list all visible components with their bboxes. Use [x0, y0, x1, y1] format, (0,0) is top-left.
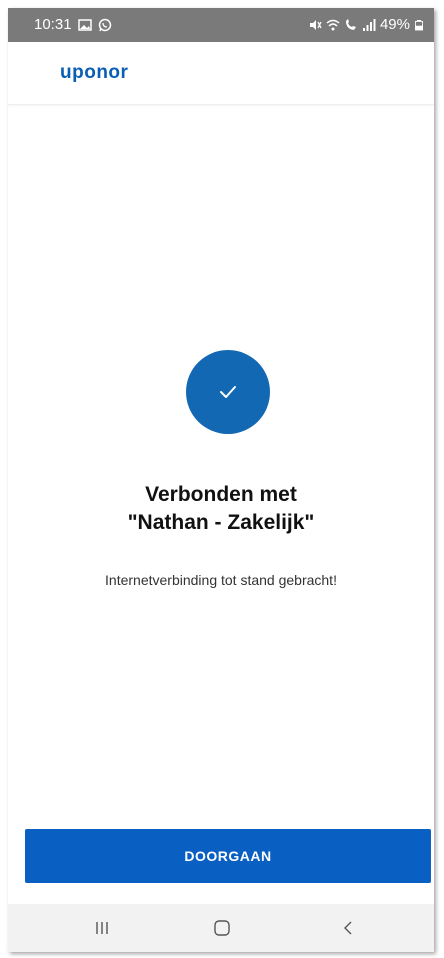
system-nav-bar	[8, 904, 434, 952]
status-bar: 10:31 49%	[8, 8, 434, 42]
wifi-call-icon	[345, 18, 356, 30]
app-screen: 10:31 49% uponor Verbonden met "Nathan -…	[8, 8, 434, 952]
connection-message: Internetverbinding tot stand gebracht!	[105, 572, 337, 588]
signal-icon	[362, 18, 376, 31]
status-left: 10:31	[34, 16, 112, 33]
checkmark-icon	[220, 386, 236, 398]
home-button[interactable]	[192, 904, 252, 952]
home-icon	[214, 920, 230, 936]
mute-icon	[309, 19, 322, 30]
wifi-icon	[326, 19, 340, 30]
back-button[interactable]	[318, 904, 378, 952]
whatsapp-icon	[98, 18, 111, 31]
connected-title: Verbonden met	[145, 483, 297, 506]
success-badge	[186, 350, 270, 434]
uponor-logo: uponor	[60, 62, 129, 83]
app-header: uponor	[8, 42, 434, 105]
continue-button[interactable]: DOORGAAN	[25, 829, 431, 883]
recents-button[interactable]	[72, 904, 132, 952]
status-right: 49%	[308, 16, 424, 33]
battery-icon	[415, 19, 423, 30]
battery-percent: 49%	[379, 16, 410, 33]
back-icon	[344, 921, 352, 935]
recents-icon	[96, 922, 108, 934]
gallery-icon	[77, 18, 92, 31]
network-name: "Nathan - Zakelijk"	[127, 511, 315, 534]
status-time: 10:31	[34, 16, 72, 33]
